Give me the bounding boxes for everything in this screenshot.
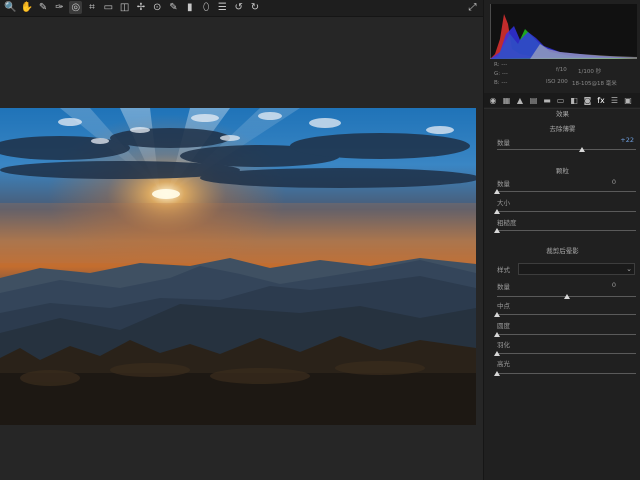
vignette-highlights-slider[interactable] [497,373,636,374]
vignette-title: 裁剪后晕影 [546,247,579,255]
grain-size-label: 大小 [497,199,510,207]
grain-amount-value[interactable]: 0 [586,178,616,186]
hsl-tab-icon[interactable]: ▤ [529,94,539,106]
iso-value: ISO 200 [546,79,568,85]
target-adjustment-tool-icon[interactable]: ◎ [69,1,83,14]
grain-roughness-thumb[interactable] [494,228,500,233]
histogram [489,4,637,59]
straighten-tool-icon[interactable]: ▭ [102,1,115,14]
landscape-photo [0,108,476,425]
tone-curve-tab-icon[interactable]: ▦ [502,94,512,106]
green-readout: G: --- [494,71,508,77]
vignette-amount-value[interactable]: 0 [586,281,616,289]
transform-tab-icon[interactable]: ◧ [569,94,579,106]
photo-preview[interactable] [0,108,476,425]
grain-amount-label: 数量 [497,180,510,188]
lens-corrections-tab-icon[interactable]: ▭ [556,94,566,106]
graduated-filter-icon[interactable]: ▮ [183,1,196,14]
vignette-midpoint-thumb[interactable] [494,312,500,317]
grain-roughness-label: 粗糙度 [497,219,517,227]
split-toning-tab-icon[interactable]: ▬ [542,94,552,106]
blue-readout: B: --- [494,80,508,86]
dehaze-amount-thumb[interactable] [578,147,585,152]
vignette-midpoint-slider[interactable] [497,314,636,315]
transform-tool-icon[interactable]: ◫ [118,1,131,14]
camera-info: R: --- G: --- B: --- f/10 1/100 秒 ISO 20… [490,62,637,92]
snapshots-tab-icon[interactable]: ▣ [623,94,633,106]
crop-tool-icon[interactable]: ⌗ [86,1,99,14]
rotate-right-icon[interactable]: ↻ [249,1,262,14]
preferences-icon[interactable]: ☰ [216,1,229,14]
shutter-value: 1/100 秒 [578,69,602,75]
presets-tab-icon[interactable]: ☰ [610,94,620,106]
grain-size-slider[interactable] [497,211,636,212]
dehaze-title: 去除薄雾 [549,125,576,133]
red-eye-tool-icon[interactable]: ⊙ [151,1,164,14]
rotate-left-icon[interactable]: ↺ [232,1,245,14]
vignette-highlights-thumb[interactable] [494,371,500,376]
radial-filter-icon[interactable]: ⬯ [200,1,213,14]
adjustment-brush-icon[interactable]: ✎ [167,1,180,14]
vignette-highlights-label: 高光 [497,360,510,368]
zoom-tool-icon[interactable]: 🔍 [4,1,17,14]
tool-bar: 🔍 ✋ ✎ ✑ ◎ ⌗ ▭ ◫ ✢ ⊙ ✎ ▮ ⬯ ☰ ↺ ↻ ⤢ [0,0,483,17]
red-readout: R: --- [494,62,508,68]
lens-value: 18-105@18 毫米 [572,81,617,87]
dehaze-amount-value[interactable]: +22 [604,136,634,144]
chevron-down-icon: ⌄ [626,265,632,273]
vignette-roundness-thumb[interactable] [494,332,500,337]
fullscreen-icon[interactable]: ⤢ [466,1,479,14]
vignette-amount-label: 数量 [497,283,510,291]
detail-tab-icon[interactable]: ▲ [515,94,525,106]
hand-tool-icon[interactable]: ✋ [20,1,33,14]
grain-title: 颗粒 [556,167,569,175]
basic-tab-icon[interactable]: ◉ [488,94,498,106]
vignette-feather-label: 羽化 [497,341,510,349]
dehaze-amount-slider[interactable] [497,149,636,150]
camera-calibration-tab-icon[interactable]: ◙ [583,94,593,106]
spot-removal-tool-icon[interactable]: ✢ [134,1,147,14]
vignette-style-value [519,274,522,281]
effects-tab-icon[interactable]: fx [596,94,606,106]
vignette-roundness-slider[interactable] [497,334,636,335]
vignette-style-select[interactable]: ⌄ [518,263,635,275]
grain-amount-thumb[interactable] [494,189,500,194]
dehaze-amount-label: 数量 [497,139,510,147]
vignette-midpoint-label: 中点 [497,302,510,310]
grain-size-thumb[interactable] [494,209,500,214]
white-balance-tool-icon[interactable]: ✎ [37,1,50,14]
aperture-value: f/10 [556,67,567,73]
vignette-roundness-label: 圆度 [497,322,510,330]
vignette-style-label: 样式 [497,266,510,274]
effects-title: 效果 [556,110,569,118]
develop-panel: R: --- G: --- B: --- f/10 1/100 秒 ISO 20… [483,0,640,480]
vignette-feather-thumb[interactable] [494,351,500,356]
grain-amount-slider[interactable] [497,191,636,192]
color-sampler-tool-icon[interactable]: ✑ [53,1,66,14]
vignette-feather-slider[interactable] [497,353,636,354]
vignette-amount-thumb[interactable] [563,294,570,299]
grain-roughness-slider[interactable] [497,230,636,231]
panel-tabs: ◉ ▦ ▲ ▤ ▬ ▭ ◧ ◙ fx ☰ ▣ [484,93,640,107]
